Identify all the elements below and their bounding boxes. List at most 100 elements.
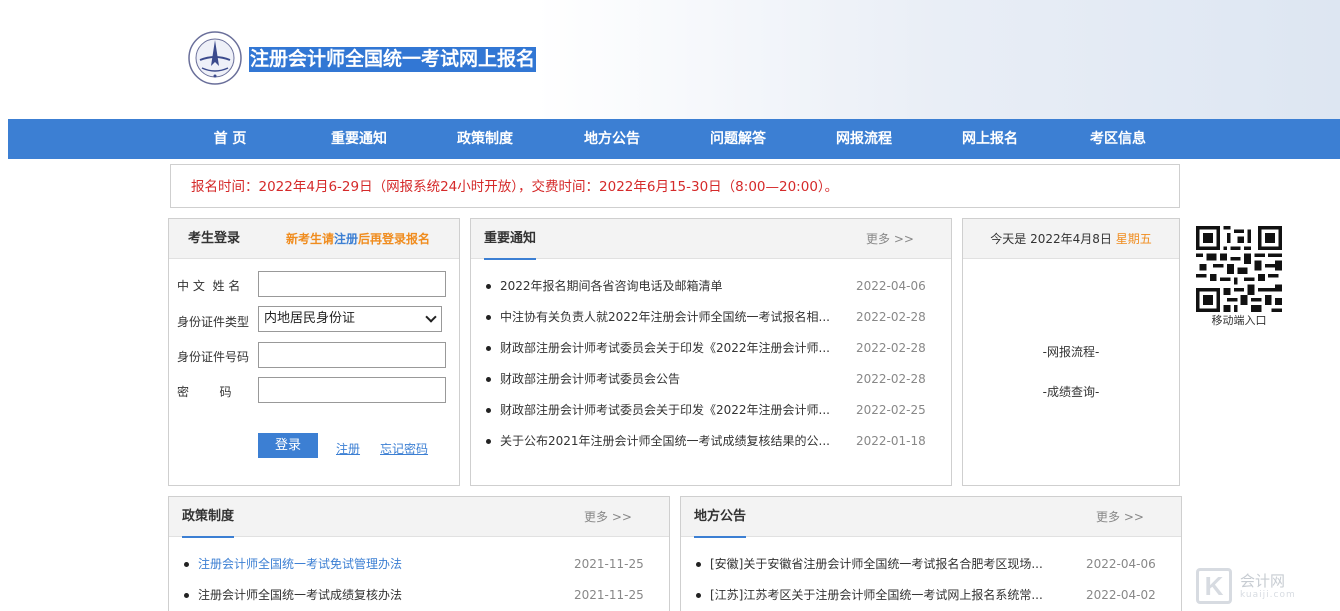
idno-input[interactable]	[258, 342, 446, 368]
new-hint-prefix: 新考生请	[286, 232, 335, 246]
site-header: 注册会计师全国统一考试网上报名	[0, 0, 1340, 119]
list-item-date: 2022-04-06	[856, 279, 926, 293]
list-item[interactable]: 注册会计师全国统一考试免试管理办法 2021-11-25	[169, 549, 669, 580]
watermark-site: kuaiji.com	[1240, 590, 1296, 600]
idno-label: 身份证件号码	[177, 350, 250, 364]
bullet-icon	[486, 377, 491, 382]
site-title: 注册会计师全国统一考试网上报名	[249, 47, 537, 72]
list-item-title[interactable]: 中注协有关负责人就2022年注册会计师全国统一考试报名相...	[500, 302, 830, 333]
list-item[interactable]: [安徽]关于安徽省注册会计师全国统一考试报名合肥考区现场... 2022-04-0…	[681, 549, 1181, 580]
list-item-title[interactable]: 财政部注册会计师考试委员会公告	[500, 364, 830, 395]
bullet-icon	[184, 593, 189, 598]
chevron-down-icon	[425, 311, 437, 323]
kuaiji-watermark: K 会计网 kuaiji.com	[1196, 568, 1336, 608]
idtype-label: 身份证件类型	[177, 315, 250, 329]
new-hint-suffix: 后再登录报名	[358, 232, 431, 246]
name-input[interactable]	[258, 271, 446, 297]
policy-more-link[interactable]: 更多 >>	[584, 497, 632, 537]
list-item-date: 2022-02-28	[856, 310, 926, 324]
local-panel: 地方公告 更多 >> [安徽]关于安徽省注册会计师全国统一考试报名合肥考区现场.…	[680, 496, 1182, 611]
policy-panel-header: 政策制度 更多 >>	[169, 497, 669, 538]
registration-notice: 报名时间：2022年4月6-29日（网报系统24小时开放），交费时间：2022年…	[170, 164, 1180, 208]
name-label: 中 文 姓 名	[177, 279, 241, 293]
idtype-selected: 内地居民身份证	[264, 311, 356, 326]
qr-label: 移动端入口	[1211, 314, 1267, 327]
nav-local-announcements[interactable]: 地方公告	[557, 119, 667, 159]
bullet-icon	[486, 408, 491, 413]
list-item-title[interactable]: 财政部注册会计师考试委员会关于印发《2022年注册会计师...	[500, 333, 830, 364]
important-title: 重要通知	[484, 219, 537, 260]
register-link[interactable]: 注册	[336, 440, 360, 457]
list-item-date: 2022-04-02	[1086, 588, 1156, 602]
list-item[interactable]: 注册会计师全国统一考试成绩复核办法 2021-11-25	[169, 580, 669, 611]
bullet-icon	[486, 284, 491, 289]
today-date: 2022年4月8日	[1030, 232, 1112, 246]
policy-panel: 政策制度 更多 >> 注册会计师全国统一考试免试管理办法 2021-11-25 注…	[168, 496, 670, 611]
password-input[interactable]	[258, 377, 446, 403]
notice-text: 报名时间：2022年4月6-29日（网报系统24小时开放），交费时间：2022年…	[191, 179, 839, 195]
list-item[interactable]: 关于公布2021年注册会计师全国统一考试成绩复核结果的公... 2022-01-1…	[471, 426, 951, 457]
list-item-date: 2021-11-25	[574, 557, 644, 571]
cicpa-logo-icon	[188, 31, 242, 85]
bullet-icon	[486, 315, 491, 320]
bullet-icon	[696, 593, 701, 598]
list-item[interactable]: 财政部注册会计师考试委员会关于印发《2022年注册会计师... 2022-02-2…	[471, 333, 951, 364]
list-item-date: 2022-02-25	[856, 403, 926, 417]
bullet-icon	[486, 439, 491, 444]
idtype-select[interactable]: 内地居民身份证	[258, 306, 442, 332]
list-item-date: 2022-02-28	[856, 372, 926, 386]
list-item-date: 2021-11-25	[574, 588, 644, 602]
local-panel-header: 地方公告 更多 >>	[681, 497, 1181, 538]
important-panel: 重要通知 更多 >> 2022年报名期间各省咨询电话及邮箱清单 2022-04-0…	[470, 218, 952, 486]
nav-policy[interactable]: 政策制度	[430, 119, 540, 159]
date-panel-header: 今天是 2022年4月8日 星期五	[963, 219, 1179, 259]
list-item-title[interactable]: 2022年报名期间各省咨询电话及邮箱清单	[500, 271, 830, 302]
list-item-title[interactable]: 关于公布2021年注册会计师全国统一考试成绩复核结果的公...	[500, 426, 830, 457]
list-item-date: 2022-01-18	[856, 434, 926, 448]
date-panel: 今天是 2022年4月8日 星期五 -网报流程- -成绩查询-	[962, 218, 1180, 486]
nav-home[interactable]: 首 页	[175, 119, 285, 159]
process-link[interactable]: -网报流程-	[963, 343, 1179, 360]
today-prefix: 今天是	[990, 232, 1027, 246]
bullet-icon	[696, 562, 701, 567]
login-panel-header: 考生登录 新考生请注册后再登录报名	[169, 219, 459, 259]
watermark-k-icon: K	[1196, 568, 1232, 604]
main-nav: 首 页 重要通知 政策制度 地方公告 问题解答 网报流程 网上报名 考区信息	[8, 119, 1340, 159]
local-more-link[interactable]: 更多 >>	[1096, 497, 1144, 537]
qr-code-icon	[1196, 226, 1282, 312]
forgot-password-link[interactable]: 忘记密码	[380, 440, 428, 457]
nav-exam-area-info[interactable]: 考区信息	[1063, 119, 1173, 159]
policy-title: 政策制度	[182, 497, 235, 538]
login-button[interactable]: 登录	[258, 433, 318, 458]
watermark-name: 会计网	[1240, 572, 1286, 590]
login-title: 考生登录	[188, 231, 241, 246]
nav-faq[interactable]: 问题解答	[683, 119, 793, 159]
new-candidate-hint: 新考生请注册后再登录报名	[286, 219, 430, 259]
list-item-title[interactable]: [江苏]江苏考区关于注册会计师全国统一考试网上报名系统常...	[710, 580, 1050, 611]
bullet-icon	[184, 562, 189, 567]
score-query-link[interactable]: -成绩查询-	[963, 383, 1179, 400]
password-label: 密 码	[177, 385, 232, 399]
new-hint-register-link[interactable]: 注册	[334, 232, 358, 246]
important-panel-header: 重要通知 更多 >>	[471, 219, 951, 260]
nav-process[interactable]: 网报流程	[809, 119, 919, 159]
bullet-icon	[486, 346, 491, 351]
local-title: 地方公告	[694, 497, 747, 538]
list-item-title[interactable]: [安徽]关于安徽省注册会计师全国统一考试报名合肥考区现场...	[710, 549, 1050, 580]
login-panel: 考生登录 新考生请注册后再登录报名 中 文 姓 名 身份证件类型 内地居民身份证…	[168, 218, 460, 486]
today-weekday: 星期五	[1115, 232, 1152, 246]
list-item[interactable]: 2022年报名期间各省咨询电话及邮箱清单 2022-04-06	[471, 271, 951, 302]
list-item[interactable]: 中注协有关负责人就2022年注册会计师全国统一考试报名相... 2022-02-2…	[471, 302, 951, 333]
list-item-title[interactable]: 注册会计师全国统一考试免试管理办法	[198, 549, 402, 580]
list-item-date: 2022-04-06	[1086, 557, 1156, 571]
nav-online-registration[interactable]: 网上报名	[935, 119, 1045, 159]
list-item-title[interactable]: 注册会计师全国统一考试成绩复核办法	[198, 580, 402, 611]
list-item-date: 2022-02-28	[856, 341, 926, 355]
list-item[interactable]: 财政部注册会计师考试委员会关于印发《2022年注册会计师... 2022-02-2…	[471, 395, 951, 426]
list-item[interactable]: 财政部注册会计师考试委员会公告 2022-02-28	[471, 364, 951, 395]
important-more-link[interactable]: 更多 >>	[866, 219, 914, 259]
nav-important-notice[interactable]: 重要通知	[304, 119, 414, 159]
today-text: 今天是 2022年4月8日 星期五	[963, 219, 1179, 259]
list-item[interactable]: [江苏]江苏考区关于注册会计师全国统一考试网上报名系统常... 2022-04-0…	[681, 580, 1181, 611]
list-item-title[interactable]: 财政部注册会计师考试委员会关于印发《2022年注册会计师...	[500, 395, 830, 426]
